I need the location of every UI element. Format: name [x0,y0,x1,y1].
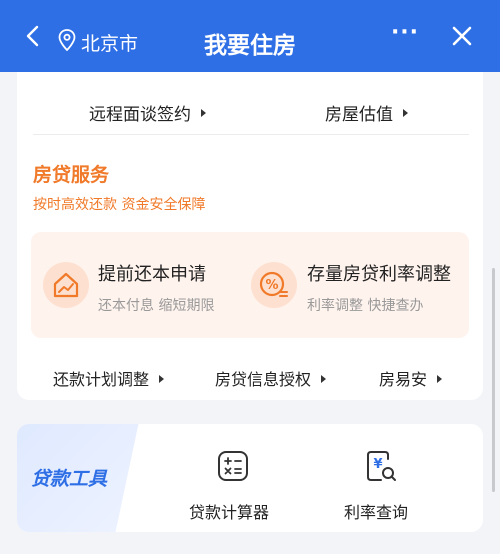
scrollbar[interactable] [492,268,495,492]
chevron-right-icon [437,374,443,383]
svg-text:¥: ¥ [373,457,382,472]
calculator-icon[interactable] [216,449,250,483]
rate-query-icon[interactable]: ¥ [363,449,397,483]
loan-info-auth-link[interactable]: 房贷信息授权 [215,366,327,390]
prepayment-apply-subtitle: 还本付息 缩短期限 [98,298,215,314]
chevron-right-icon [159,374,165,383]
svg-text:%: % [265,278,278,293]
top-bar: 北京市 我要住房 ··· [0,0,500,72]
loan-calculator-label[interactable]: 贷款计算器 [189,499,269,523]
rate-query-label[interactable]: 利率查询 [344,499,408,523]
section-title: 房贷服务 [33,164,110,186]
chevron-right-icon [321,374,327,383]
loan-tools-card: 贷款工具 贷款计算器 ¥ 利率查询 [17,424,483,532]
house-valuation-link[interactable]: 房屋估值 [325,100,408,125]
rate-adjustment-title[interactable]: 存量房贷利率调整 [307,260,451,286]
chevron-right-icon [403,109,408,117]
main-card: 远程面谈签约 房屋估值 房贷服务 按时高效还款 资金安全保障 提前还本申请 还本… [17,72,483,400]
percent-rate-icon: % [251,262,297,308]
remote-signing-label: 远程面谈签约 [89,105,191,125]
loan-tools-title: 贷款工具 [31,468,108,490]
close-icon[interactable] [448,22,476,50]
section-subtitle: 按时高效还款 资金安全保障 [33,197,206,213]
mortgage-services-panel: 提前还本申请 还本付息 缩短期限 % 存量房贷利率调整 利率调整 快捷查办 [31,232,469,338]
repayment-plan-link[interactable]: 还款计划调整 [53,366,165,390]
chevron-right-icon [201,109,206,117]
fangyian-link[interactable]: 房易安 [379,366,443,390]
page-title: 我要住房 [204,33,296,59]
rate-adjustment-subtitle: 利率调整 快捷查办 [307,298,424,314]
house-valuation-label: 房屋估值 [325,105,393,125]
repayment-plan-label: 还款计划调整 [53,370,150,389]
fangyian-label: 房易安 [379,370,428,389]
prepayment-apply-title[interactable]: 提前还本申请 [98,260,206,286]
remote-signing-link[interactable]: 远程面谈签约 [89,100,206,125]
divider [33,134,469,135]
loan-info-auth-label: 房贷信息授权 [215,370,312,389]
more-menu-icon[interactable]: ··· [390,22,420,46]
house-trend-icon [43,262,89,308]
